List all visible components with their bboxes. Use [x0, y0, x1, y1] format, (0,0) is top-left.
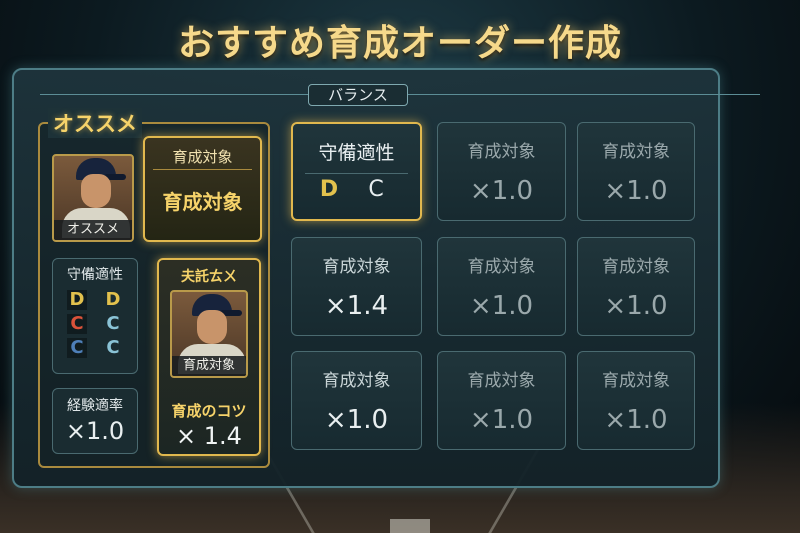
balance-tab[interactable]: バランス	[308, 84, 408, 106]
grid-card-head: 育成対象	[467, 142, 536, 162]
grid-card-value: ×1.0	[469, 405, 534, 435]
defense-aptitude-label: 守備適性	[67, 267, 123, 283]
grid-card-value: ×1.0	[324, 405, 389, 435]
grid-card-value: ×1.0	[604, 405, 668, 435]
grade-letter: C	[106, 337, 120, 358]
defense-grade-row: CC	[53, 338, 137, 358]
target-button[interactable]: 育成対象 育成対象	[143, 136, 262, 242]
grid-card-defense[interactable]: 守備適性 D C	[291, 122, 422, 221]
defense-aptitude-card: 守備適性 DDCCCC	[52, 258, 138, 374]
home-plate	[390, 519, 430, 533]
experience-card: 経験適率 ×1.0	[52, 388, 138, 454]
player-face	[81, 174, 111, 208]
grid-card-head: 育成対象	[322, 257, 391, 277]
grid-card-head: 守備適性	[318, 142, 395, 164]
target-button-header: 育成対象	[153, 144, 252, 170]
grid-card-head: 育成対象	[602, 142, 670, 162]
grid-card[interactable]: 育成対象 ×1.4	[291, 237, 422, 336]
grid-card-value: ×1.0	[469, 291, 534, 321]
grade-letter: D	[67, 290, 87, 310]
page-title: おすすめ育成オーダー作成	[177, 23, 622, 64]
grade-letter: D	[319, 177, 339, 202]
grid-card-value: ×1.4	[324, 291, 389, 321]
defense-grade-grid: DDCCCC	[53, 290, 137, 358]
grid-card-head: 育成対象	[602, 371, 670, 391]
grid-card-value: ×1.0	[469, 176, 534, 206]
grid-card-value: ×1.0	[604, 176, 668, 206]
defense-grade-row: CC	[53, 314, 137, 334]
recommend-label: オススメ	[48, 108, 142, 138]
grid-card-head: 育成対象	[467, 257, 536, 277]
recommend-player-card[interactable]: オススメ	[52, 154, 134, 242]
grid-card-grades: D C	[305, 173, 408, 202]
grid-card[interactable]: 育成対象 ×1.0	[437, 351, 566, 450]
tip-value: × 1.4	[176, 422, 242, 450]
defense-grade-row: DD	[53, 290, 137, 310]
grid-card-head: 育成対象	[602, 257, 670, 277]
grid-card[interactable]: 育成対象 ×1.0	[437, 237, 566, 336]
tip-card-top-label: 夫託ㄊㄨ	[181, 269, 237, 285]
target-button-label: 育成対象	[162, 190, 243, 214]
grid-card[interactable]: 育成対象 ×1.0	[577, 122, 695, 221]
grid-card-value: ×1.0	[604, 291, 668, 321]
grid-card-head: 育成対象	[322, 371, 391, 391]
grid-card[interactable]: 育成対象 ×1.0	[577, 237, 695, 336]
grid-card-head: 育成対象	[467, 371, 536, 391]
tip-label: 育成のコツ	[171, 402, 247, 420]
player-face	[197, 310, 227, 344]
player-name: オススメ	[54, 220, 132, 240]
grid-card[interactable]: 育成対象 ×1.0	[291, 351, 422, 450]
grade-letter: C	[368, 177, 384, 202]
grade-letter: C	[67, 314, 87, 334]
tip-card[interactable]: 夫託ㄊㄨ 育成対象 育成のコツ × 1.4	[157, 258, 261, 456]
tip-portrait-name: 育成対象	[172, 356, 246, 376]
grade-letter: C	[106, 313, 120, 334]
tip-player-portrait: 育成対象	[170, 290, 248, 378]
grid-card[interactable]: 育成対象 ×1.0	[577, 351, 695, 450]
grade-letter: D	[105, 289, 121, 310]
experience-label: 経験適率	[67, 398, 123, 414]
experience-value: ×1.0	[65, 417, 125, 445]
grade-letter: C	[67, 338, 87, 358]
grid-card[interactable]: 育成対象 ×1.0	[437, 122, 566, 221]
